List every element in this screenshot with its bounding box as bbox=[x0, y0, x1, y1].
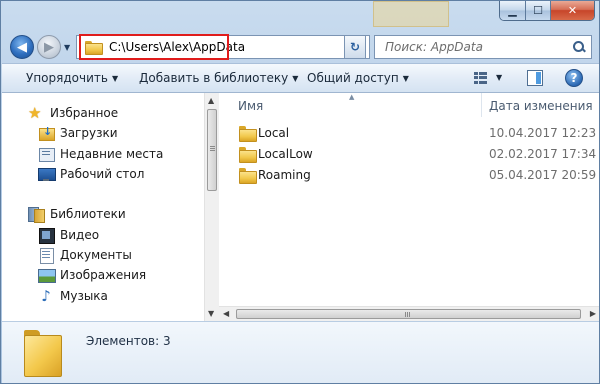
back-button[interactable]: ◀ bbox=[10, 35, 34, 59]
sidebar-item-label: Музыка bbox=[60, 289, 108, 303]
sidebar-item-label: Документы bbox=[60, 248, 132, 262]
forward-button[interactable]: ▶ bbox=[37, 35, 61, 59]
downloads-icon bbox=[38, 125, 55, 141]
folder-icon bbox=[85, 41, 103, 55]
sidebar-item-music[interactable]: ♪ Музыка bbox=[38, 287, 108, 305]
navigation-row: ◀ ▶ ▼ C:\Users\Alex\AppData ▼ ↻ Поиск: A… bbox=[1, 29, 599, 63]
column-header-name[interactable]: Имя bbox=[238, 99, 263, 113]
folder-icon bbox=[239, 126, 257, 142]
desktop-icon bbox=[38, 166, 56, 182]
file-list: ▲ Имя Дата изменения Local 10.04.2017 12… bbox=[219, 93, 599, 321]
chevron-down-icon: ▼ bbox=[292, 74, 299, 83]
images-icon bbox=[38, 267, 56, 283]
sidebar-item-label: Изображения bbox=[60, 268, 147, 282]
scrollbar-thumb[interactable] bbox=[236, 309, 581, 319]
sidebar-item-desktop[interactable]: Рабочий стол bbox=[38, 165, 144, 183]
folder-icon bbox=[239, 168, 257, 184]
libraries-icon bbox=[28, 206, 45, 223]
sidebar-item-label: Библиотеки bbox=[50, 207, 126, 221]
folder-icon bbox=[239, 147, 257, 163]
scroll-left-icon[interactable]: ◀ bbox=[223, 309, 229, 318]
view-options-dropdown[interactable]: ▼ bbox=[496, 73, 502, 82]
column-divider[interactable] bbox=[481, 93, 482, 117]
scroll-right-icon[interactable]: ▶ bbox=[590, 309, 596, 318]
file-date: 10.04.2017 12:23 bbox=[489, 126, 597, 140]
file-name: Local bbox=[258, 126, 290, 140]
close-button[interactable]: ✕ bbox=[551, 1, 594, 20]
search-icon[interactable] bbox=[573, 41, 585, 53]
sidebar-item-label: Недавние места bbox=[60, 147, 164, 161]
file-date: 05.04.2017 20:59 bbox=[489, 168, 597, 182]
chevron-down-icon: ▼ bbox=[402, 74, 409, 83]
preview-pane-icon[interactable] bbox=[527, 70, 543, 86]
column-header-date[interactable]: Дата изменения bbox=[489, 99, 593, 113]
sidebar-item-downloads[interactable]: Загрузки bbox=[38, 124, 118, 142]
window-controls: ▁ ☐ ✕ bbox=[499, 1, 595, 21]
add-to-library-label: Добавить в библиотеку bbox=[139, 71, 289, 85]
minimize-button[interactable]: ▁ bbox=[500, 1, 526, 20]
search-input[interactable]: Поиск: AppData bbox=[374, 35, 592, 59]
file-row[interactable]: Local 10.04.2017 12:23 bbox=[219, 123, 599, 143]
file-row[interactable]: LocalLow 02.02.2017 17:34 bbox=[219, 144, 599, 164]
sidebar-scrollbar[interactable]: ▲ ▼ bbox=[204, 93, 219, 321]
sidebar-item-documents[interactable]: Документы bbox=[38, 246, 132, 264]
explorer-window: ▁ ☐ ✕ ◀ ▶ ▼ C:\Users\Alex\AppData ▼ ↻ По… bbox=[0, 0, 600, 384]
share-label: Общий доступ bbox=[307, 71, 399, 85]
scroll-down-icon[interactable]: ▼ bbox=[208, 309, 214, 318]
music-icon: ♪ bbox=[41, 287, 51, 305]
chevron-down-icon: ▼ bbox=[111, 74, 119, 83]
sidebar-item-recent-places[interactable]: Недавние места bbox=[38, 145, 163, 163]
sidebar-item-label: Избранное bbox=[50, 106, 119, 120]
folder-icon bbox=[24, 330, 64, 377]
sidebar-item-images[interactable]: Изображения bbox=[38, 266, 146, 284]
video-icon bbox=[38, 227, 55, 244]
sidebar-item-favorites[interactable]: ★ Избранное bbox=[28, 104, 118, 122]
sidebar-item-libraries[interactable]: Библиотеки bbox=[28, 205, 126, 223]
details-pane: Элементов: 3 bbox=[2, 321, 599, 383]
recent-places-icon bbox=[38, 146, 55, 162]
sidebar-item-video[interactable]: Видео bbox=[38, 226, 99, 244]
file-date: 02.02.2017 17:34 bbox=[489, 147, 597, 161]
title-bar: ▁ ☐ ✕ bbox=[1, 1, 599, 29]
sort-indicator-icon: ▲ bbox=[349, 93, 355, 101]
horizontal-scrollbar[interactable]: ◀ ▶ bbox=[219, 306, 599, 321]
view-options-icon[interactable] bbox=[474, 72, 488, 84]
search-placeholder[interactable]: Поиск: AppData bbox=[385, 40, 483, 54]
navigation-pane: ★ Избранное Загрузки Недавние места Рабо… bbox=[2, 93, 219, 321]
add-to-library-button[interactable]: Добавить в библиотеку ▼ bbox=[139, 71, 298, 85]
command-bar: Упорядочить ▼ Добавить в библиотеку ▼ Общи… bbox=[2, 63, 599, 93]
refresh-button[interactable]: ↻ bbox=[344, 35, 366, 59]
help-icon[interactable]: ? bbox=[565, 69, 583, 87]
organize-button[interactable]: Упорядочить ▼ bbox=[26, 71, 118, 85]
sidebar-item-label: Видео bbox=[60, 228, 100, 242]
star-icon: ★ bbox=[28, 104, 42, 122]
file-name: Roaming bbox=[258, 168, 311, 182]
file-row[interactable]: Roaming 05.04.2017 20:59 bbox=[219, 165, 599, 185]
recent-pages-dropdown[interactable]: ▼ bbox=[64, 43, 70, 52]
organize-label: Упорядочить bbox=[26, 71, 108, 85]
items-count: Элементов: 3 bbox=[86, 334, 171, 348]
scrollbar-thumb[interactable] bbox=[207, 109, 217, 191]
documents-icon bbox=[38, 247, 54, 264]
sidebar-item-label: Рабочий стол bbox=[60, 167, 145, 181]
file-name: LocalLow bbox=[258, 147, 313, 161]
share-button[interactable]: Общий доступ ▼ bbox=[307, 71, 409, 85]
maximize-button[interactable]: ☐ bbox=[526, 1, 551, 20]
background-window-ghost bbox=[373, 1, 449, 27]
address-bar[interactable]: C:\Users\Alex\AppData ▼ bbox=[76, 34, 370, 60]
scroll-up-icon[interactable]: ▲ bbox=[208, 96, 214, 105]
sidebar-item-label: Загрузки bbox=[60, 126, 118, 140]
